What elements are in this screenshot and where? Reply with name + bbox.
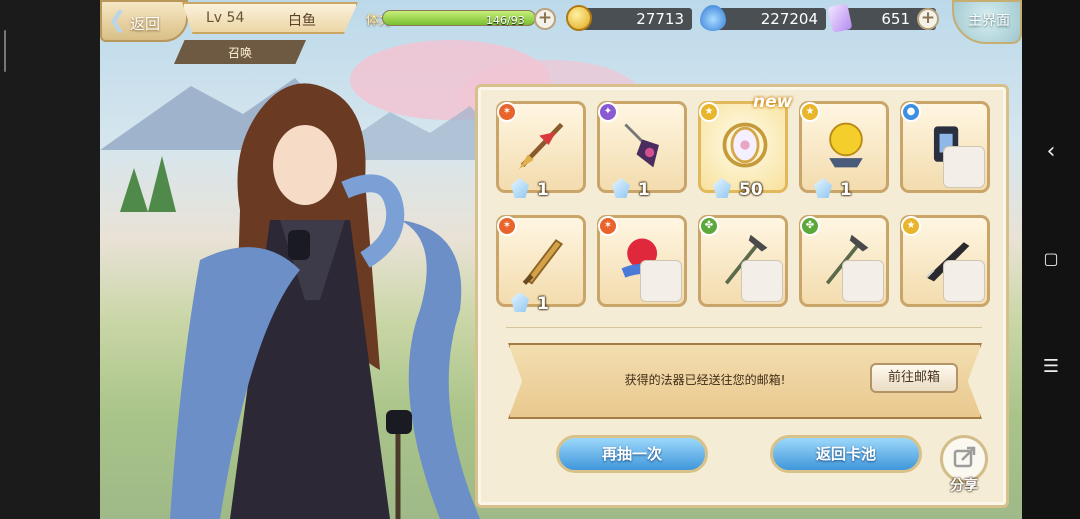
rarity-green-icon: ✤ (699, 216, 719, 236)
rarity-purple-icon: ✦ (598, 102, 618, 122)
nav-back-icon[interactable]: ‹ (1040, 141, 1062, 163)
back-arrow-icon: ❮ (108, 8, 127, 33)
back-to-pool-button[interactable]: 返回卡池 (770, 435, 922, 473)
draw-again-button[interactable]: 再抽一次 (556, 435, 708, 473)
back-button[interactable]: ❮ 返回 (100, 0, 188, 42)
reward-card[interactable]: ✤ (698, 215, 788, 307)
nav-home-icon[interactable]: ▢ (1040, 248, 1062, 270)
crystal-gem-icon (511, 292, 529, 312)
player-info-bar: Lv 54 白鱼 (182, 2, 358, 34)
reward-card[interactable]: ★ (900, 215, 990, 307)
crystal-gem-icon (713, 178, 731, 198)
reward-count: 1 (638, 180, 650, 200)
bronze-dagger-icon (522, 239, 564, 285)
reward-card[interactable]: ★ 1 (799, 101, 889, 200)
home-label: 主界面 (968, 13, 1010, 29)
crystal-gem-icon (814, 178, 832, 198)
red-ribbon-spear-icon (518, 122, 564, 170)
purple-pendulum-icon (624, 123, 659, 168)
reward-card[interactable]: ✦ 1 (597, 101, 687, 200)
gold-value: 27713 (636, 10, 684, 28)
mail-notice-scroll: 获得的法器已经送往您的邮箱! 前往邮箱 (508, 343, 982, 419)
rarity-gold-icon: ★ (800, 102, 820, 122)
crystal-gem-icon (612, 178, 630, 198)
reward-count: 50 (739, 180, 763, 200)
character-portrait (640, 260, 682, 302)
mail-notice-text: 获得的法器已经送往您的邮箱! (624, 373, 786, 387)
game-scene: ❮ 返回 Lv 54 白鱼 召唤 体力 146/93 + 27713 22720… (100, 0, 1022, 519)
gold-counter: 27713 (566, 5, 692, 31)
share-label: 分享 (950, 478, 978, 494)
gold-coin-icon (566, 5, 592, 31)
reward-card[interactable]: ★ 50 new (698, 92, 792, 200)
home-button[interactable]: 主界面 (952, 0, 1022, 44)
rarity-orange-icon: ✶ (598, 216, 618, 236)
reward-card[interactable]: ✶ (597, 215, 687, 307)
reward-card[interactable]: ✶ 1 (496, 215, 586, 314)
player-level: Lv 54 (206, 10, 245, 26)
character-portrait (741, 260, 783, 302)
character-portrait (842, 260, 884, 302)
reward-card[interactable]: ✤ (799, 215, 889, 307)
system-nav-bar: ‹ ▢ ☰ (1022, 0, 1080, 519)
add-gem-button[interactable]: + (917, 8, 939, 30)
reward-count: 1 (840, 180, 852, 200)
rarity-gold-icon: ★ (901, 216, 921, 236)
player-name: 白鱼 (288, 13, 316, 29)
reward-count: 1 (537, 180, 549, 200)
new-badge: new (753, 92, 793, 112)
blue-flame-icon (700, 5, 726, 31)
gem-card-icon (827, 3, 853, 33)
rarity-green-icon: ✤ (800, 216, 820, 236)
summon-tab-label: 召唤 (227, 46, 252, 60)
crystal-value: 227204 (760, 10, 818, 28)
left-bezel (0, 0, 100, 519)
share-icon (953, 446, 976, 468)
crystal-counter: 227204 (700, 5, 826, 31)
character-illustration (170, 83, 480, 519)
character-portrait (943, 146, 985, 188)
add-stamina-button[interactable]: + (534, 8, 556, 30)
rarity-gold-icon: ★ (699, 102, 719, 122)
stamina-value: 146/93 (486, 14, 525, 27)
rarity-orange-icon: ✶ (497, 102, 517, 122)
bezel-mark (4, 30, 6, 72)
nav-menu-icon[interactable]: ☰ (1040, 356, 1062, 378)
reward-card[interactable]: ✶ 1 (496, 101, 586, 200)
character-portrait (943, 260, 985, 302)
crystal-gem-icon (511, 178, 529, 198)
gem-value: 651 (881, 10, 910, 28)
divider (506, 327, 982, 328)
summon-result-panel: ✶ 1 ✦ 1 ★ 50 new ★ 1 ● ✶ 1 ✶ ✤ ✤ ★ 获得的法器已经送往您的邮箱! 前往邮箱 … (475, 84, 1009, 508)
back-label: 返回 (130, 15, 161, 33)
rarity-blue-icon: ● (901, 102, 921, 122)
reward-card[interactable]: ● (900, 101, 990, 193)
rarity-orange-icon: ✶ (497, 216, 517, 236)
go-to-mailbox-button[interactable]: 前往邮箱 (870, 363, 958, 393)
summon-tab: 召唤 (174, 40, 306, 64)
golden-mirror-compass-icon (722, 122, 768, 168)
reward-count: 1 (537, 294, 549, 314)
golden-crystal-orb-icon (829, 122, 863, 168)
